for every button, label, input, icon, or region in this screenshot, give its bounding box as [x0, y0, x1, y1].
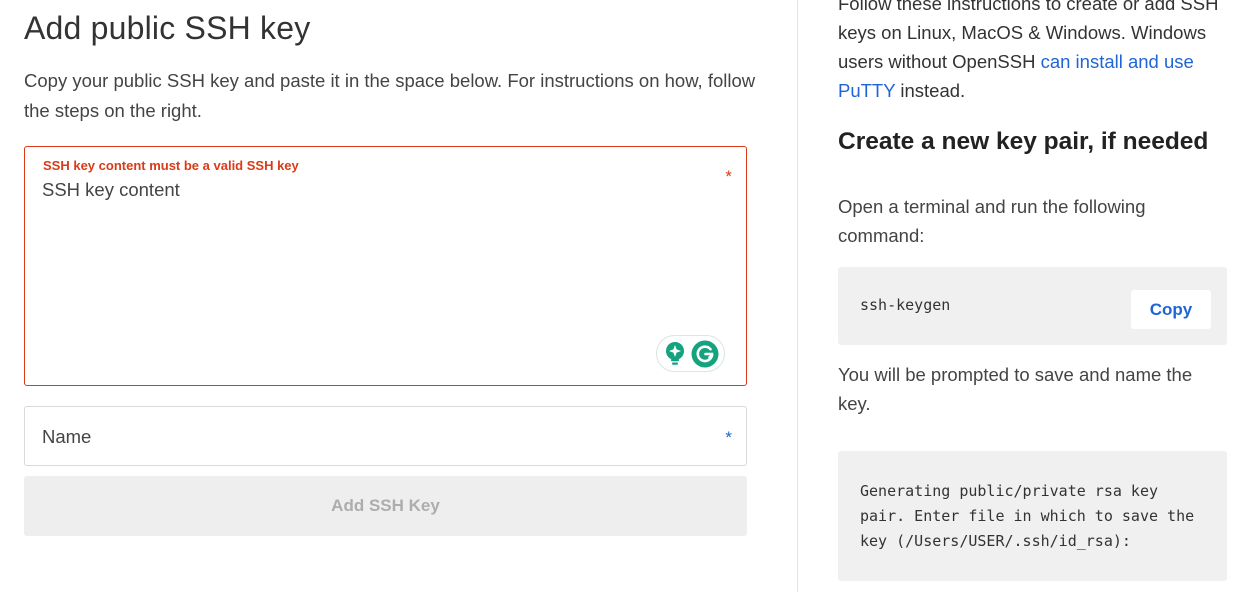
page-title: Add public SSH key: [24, 10, 311, 46]
lightbulb-icon[interactable]: [663, 341, 687, 367]
grammarly-widget[interactable]: [656, 335, 725, 372]
name-field[interactable]: Name *: [24, 406, 747, 466]
instructions-intro: Follow these instructions to create or a…: [838, 0, 1238, 105]
command-code-block: ssh-keygen Copy: [838, 267, 1227, 345]
required-asterisk: *: [725, 167, 732, 186]
ssh-key-error-message: SSH key content must be a valid SSH key: [43, 158, 299, 173]
grammarly-g-icon[interactable]: [691, 340, 719, 368]
add-ssh-key-form: Add public SSH key Copy your public SSH …: [0, 0, 797, 592]
output-text: Generating public/private rsa key pair. …: [860, 482, 1195, 550]
section-heading: Create a new key pair, if needed: [838, 128, 1209, 155]
ssh-key-content-field[interactable]: SSH key content must be a valid SSH key …: [24, 146, 747, 386]
add-ssh-key-button[interactable]: Add SSH Key: [24, 476, 747, 536]
form-subtitle: Copy your public SSH key and paste it in…: [24, 70, 756, 121]
instructions-panel: Follow these instructions to create or a…: [798, 0, 1243, 592]
ssh-key-content-placeholder: SSH key content: [42, 179, 180, 200]
name-placeholder: Name: [42, 426, 92, 447]
prompt-text: You will be prompted to save and name th…: [838, 364, 1193, 414]
copy-button[interactable]: Copy: [1131, 290, 1211, 329]
instructions-intro-suffix: instead.: [900, 80, 966, 101]
command-text: ssh-keygen: [860, 296, 951, 314]
command-intro: Open a terminal and run the following co…: [838, 196, 1146, 246]
output-code-block: Generating public/private rsa key pair. …: [838, 451, 1227, 581]
required-asterisk: *: [725, 428, 732, 447]
